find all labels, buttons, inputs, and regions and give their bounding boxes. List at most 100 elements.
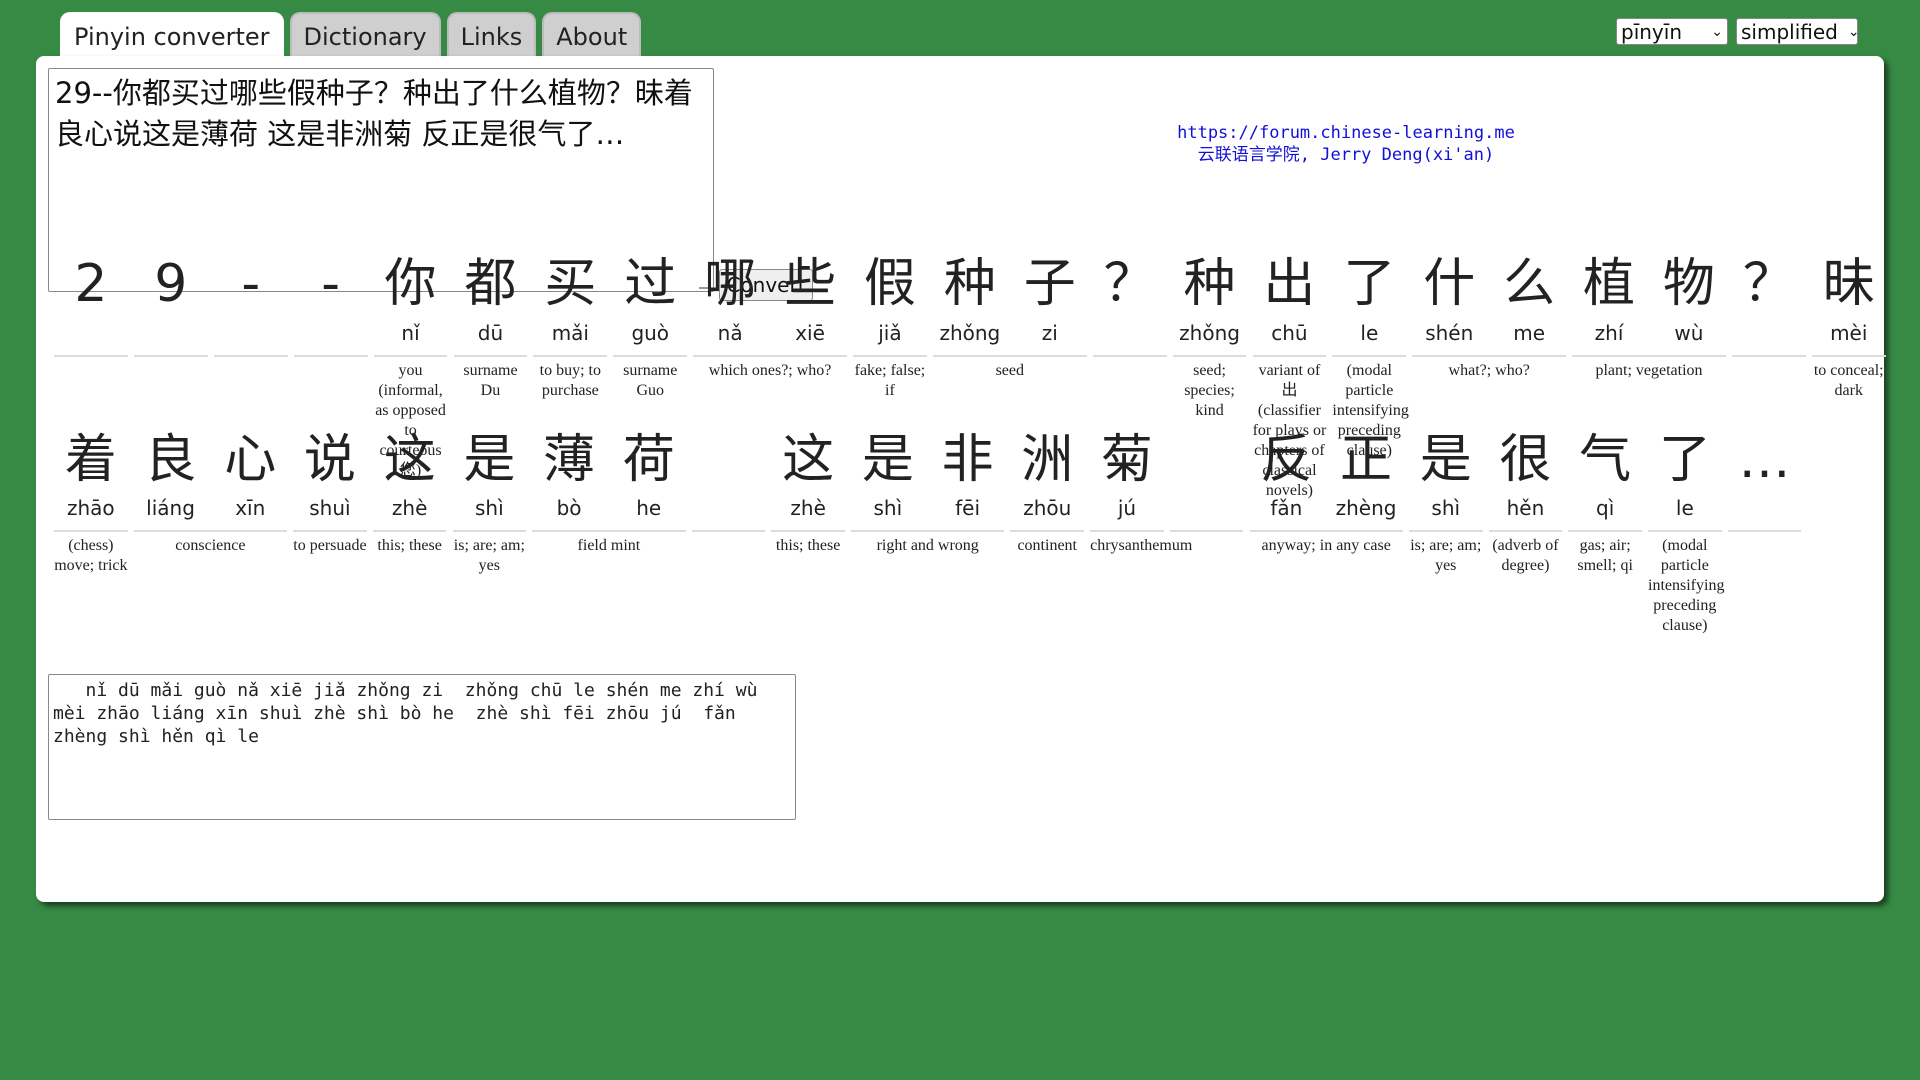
pinyin-label: nǎ <box>717 321 743 345</box>
script-value: simplified <box>1741 19 1838 44</box>
hanzi-char: 正 <box>1340 430 1393 490</box>
word-definition: is; are; am; yes <box>1410 537 1482 574</box>
pinyin-label: liáng <box>146 496 195 520</box>
pinyin-mode-select[interactable]: pīnyīn ⌄ <box>1616 18 1728 45</box>
word-definition: (modal particle intensifying preceding c… <box>1648 537 1725 634</box>
hanzi-char: 你 <box>384 254 437 314</box>
pinyin-label: nǐ <box>401 321 420 345</box>
word-divider <box>293 530 367 532</box>
pinyin-label: shuì <box>309 496 351 520</box>
tab-pinyin-converter[interactable]: Pinyin converter <box>60 12 284 58</box>
word-divider <box>1568 530 1642 532</box>
hanzi-char: ？ <box>1742 254 1795 314</box>
word-definition: to buy; to purchase <box>539 362 601 399</box>
pinyin-label: fēi <box>955 496 980 520</box>
word-definition: right and wrong <box>876 537 979 554</box>
tab-bar: Pinyin converter Dictionary Links About <box>60 12 642 58</box>
hanzi-char: 9 <box>154 254 188 314</box>
hanzi-char: 荷 <box>622 430 675 490</box>
word-definition: to persuade <box>293 537 367 554</box>
word-definition: which ones?; who? <box>708 362 832 379</box>
hanzi-char: - <box>241 254 261 314</box>
word-definition: gas; air; smell; qi <box>1577 537 1633 574</box>
pinyin-label: guò <box>631 321 670 345</box>
input-text: 29--你都买过哪些假种子？种出了什么植物？昧着良心说这是薄荷 这是非洲菊 反正… <box>55 76 693 151</box>
pinyin-label: hěn <box>1506 496 1545 520</box>
hanzi-char: 些 <box>784 254 837 314</box>
pinyin-label: zhǒng <box>939 321 1001 345</box>
word-divider <box>1412 355 1567 357</box>
word-divider <box>853 355 927 357</box>
pinyin-mode-value: pīnyīn <box>1621 19 1682 44</box>
pinyin-label: shì <box>1431 496 1461 520</box>
word-definition: this; these <box>377 537 442 554</box>
word-divider <box>293 355 368 357</box>
pinyin-label: le <box>1360 321 1379 345</box>
tab-about[interactable]: About <box>542 12 642 56</box>
word-divider <box>1252 355 1327 357</box>
script-select[interactable]: simplified ⌄ <box>1736 18 1860 45</box>
pinyin-label: jiǎ <box>878 321 902 345</box>
chevron-down-icon: ⌄ <box>1847 23 1860 40</box>
word-divider <box>1572 355 1726 357</box>
hanzi-char: 着 <box>64 430 117 490</box>
word-definition: surname Guo <box>623 362 678 399</box>
pinyin-label: me <box>1513 321 1546 345</box>
pinyin-label: zhè <box>391 496 428 520</box>
word-definition: anyway; in any case <box>1261 537 1391 554</box>
word-divider <box>932 355 1087 357</box>
hanzi-char: 么 <box>1503 254 1556 314</box>
hanzi-char: 子 <box>1023 254 1076 314</box>
hanzi-char: 了 <box>1343 254 1396 314</box>
word-definition: field mint <box>577 537 641 554</box>
word-definition: what?; who? <box>1448 362 1530 379</box>
hanzi-char: 出 <box>1263 254 1316 314</box>
pinyin-label: mèi <box>1830 321 1868 345</box>
hanzi-char: 反 <box>1260 430 1313 490</box>
pinyin-label: wù <box>1674 321 1704 345</box>
word-divider <box>452 530 527 532</box>
pinyin-label: xiē <box>795 321 825 345</box>
word-divider <box>691 530 766 532</box>
hanzi-char: 心 <box>224 430 277 490</box>
word-definition: to conceal; dark <box>1813 362 1884 399</box>
word-divider <box>1408 530 1483 532</box>
word-divider <box>1169 530 1244 532</box>
hanzi-char: 假 <box>863 254 916 314</box>
pinyin-label: jú <box>1117 496 1137 520</box>
hanzi-char: 是 <box>1419 430 1472 490</box>
hanzi-char: 都 <box>464 254 517 314</box>
hanzi-char: 气 <box>1579 430 1632 490</box>
hanzi-char: 什 <box>1423 254 1476 314</box>
hanzi-char: 是 <box>861 430 914 490</box>
hanzi-char: 哪 <box>704 254 757 314</box>
hanzi-char: 这 <box>782 430 835 490</box>
pinyin-label: shì <box>873 496 903 520</box>
pinyin-output[interactable]: nǐ dū mǎi guò nǎ xiē jiǎ zhǒng zi zhǒng … <box>48 674 796 820</box>
word-divider <box>372 530 447 532</box>
hanzi-char: 买 <box>544 254 597 314</box>
word-divider <box>1811 355 1886 357</box>
tab-links[interactable]: Links <box>446 12 537 56</box>
word-divider <box>1332 355 1407 357</box>
word-divider <box>532 530 686 532</box>
pinyin-label: qì <box>1596 496 1615 520</box>
tab-dictionary[interactable]: Dictionary <box>289 12 441 56</box>
word-divider <box>1172 355 1247 357</box>
word-divider <box>693 355 847 357</box>
forum-link[interactable]: https://forum.chinese-learning.me <box>1046 122 1646 144</box>
pinyin-label: le <box>1675 496 1694 520</box>
word-divider <box>771 530 845 532</box>
word-definition: plant; vegetation <box>1595 362 1703 379</box>
word-divider <box>1010 530 1085 532</box>
hanzi-char: 洲 <box>1021 430 1074 490</box>
word-divider <box>133 530 288 532</box>
credit-block: https://forum.chinese-learning.me 云联语言学院… <box>1046 122 1646 166</box>
pinyin-label: bò <box>556 496 582 520</box>
pinyin-label: zhāo <box>67 496 115 520</box>
word-divider <box>54 530 128 532</box>
pinyin-label: zhè <box>790 496 826 520</box>
pinyin-label: zi <box>1041 321 1058 345</box>
word-divider <box>1092 355 1167 357</box>
hanzi-char: 良 <box>144 430 197 490</box>
